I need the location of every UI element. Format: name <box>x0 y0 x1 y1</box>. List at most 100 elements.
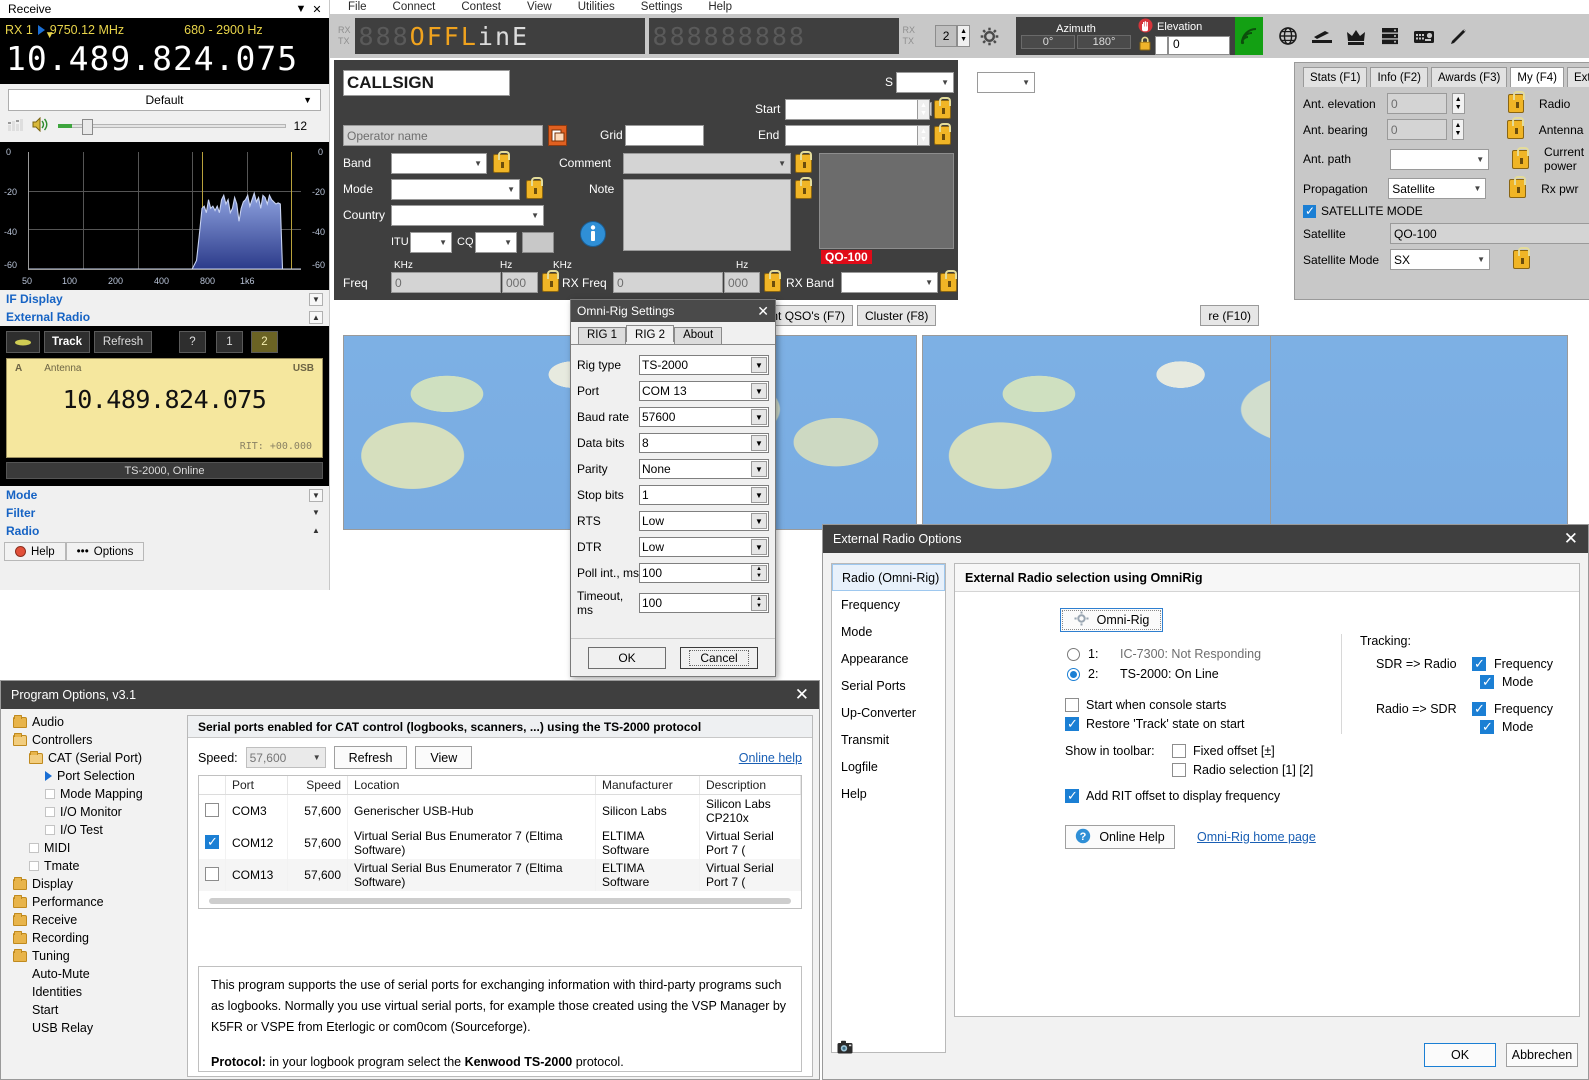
chevron-up-icon[interactable]: ▲ <box>309 525 323 538</box>
satellite-mode-select[interactable]: SX ▼ <box>1390 249 1490 270</box>
tab-info[interactable]: Info (F2) <box>1370 67 1428 87</box>
note-textarea[interactable] <box>623 179 791 251</box>
close-icon[interactable]: ✕ <box>309 3 325 16</box>
close-icon[interactable]: ✕ <box>795 685 809 705</box>
row-checkbox-cell[interactable] <box>199 859 226 891</box>
section-external-radio[interactable]: External Radio ▲ <box>0 308 329 326</box>
freq-hz-input[interactable]: 000 <box>502 272 538 293</box>
stop-bits-select[interactable]: 1 ▼ <box>639 485 769 505</box>
sdr-big-frequency[interactable]: 10.489.824.075 <box>0 42 329 84</box>
tab-rig1[interactable]: RIG 1 <box>578 327 627 344</box>
audio-spectrum-chart[interactable]: 0 -20 -40 -60 0 -20 -40 -60 50 100 200 4… <box>0 142 329 290</box>
tab-rig2[interactable]: RIG 2 <box>626 325 675 342</box>
menu-item-file[interactable]: File <box>348 1 367 13</box>
refresh-button[interactable]: Refresh <box>94 331 152 353</box>
tree-item-identities[interactable]: Identities <box>5 983 181 1001</box>
tab-my[interactable]: My (F4) <box>1510 67 1564 87</box>
info-icon[interactable] <box>579 220 607 251</box>
nav-item-mode[interactable]: Mode <box>832 618 945 645</box>
satellite-mode-lock-icon[interactable] <box>1513 247 1530 269</box>
tree-item-mode-mapping[interactable]: Mode Mapping <box>5 785 181 803</box>
country-select[interactable]: ▼ <box>391 205 544 226</box>
sdr-to-radio-mode-checkbox[interactable] <box>1480 674 1494 690</box>
port-enable-checkbox[interactable] <box>205 834 219 850</box>
omnirig-home-page-link[interactable]: Omni-Rig home page <box>1197 830 1316 844</box>
frequency-display-b[interactable]: 888888888 <box>648 18 899 54</box>
tree-item-display[interactable]: Display <box>5 875 181 893</box>
refresh-button[interactable]: Refresh <box>333 746 408 769</box>
data-bits-select[interactable]: 8 ▼ <box>639 433 769 453</box>
spinner-arrows-icon[interactable]: ▲ ▼ <box>957 25 971 47</box>
nav-item-radio-omnirig[interactable]: Radio (Omni-Rig) <box>832 564 945 591</box>
rig2-button[interactable]: 2 <box>251 331 278 353</box>
horizontal-scrollbar[interactable] <box>209 898 791 904</box>
azimuth-block[interactable]: Azimuth 0° 180° <box>1016 17 1137 55</box>
menu-item-view[interactable]: View <box>527 1 552 13</box>
start-spinner-icon[interactable]: ▲ ▼ <box>917 99 930 120</box>
spinner-arrows-icon[interactable]: ▲ ▼ <box>1451 93 1465 114</box>
chevron-down-icon[interactable]: ▼ <box>751 357 767 373</box>
freq-lock-icon[interactable] <box>542 270 559 292</box>
spinner-arrows-icon[interactable]: ▲ ▼ <box>751 595 767 611</box>
section-mode[interactable]: Mode ▼ <box>0 486 329 504</box>
chevron-down-icon[interactable]: ▼ <box>293 3 309 15</box>
port-enable-checkbox[interactable] <box>205 866 219 881</box>
chevron-down-icon[interactable]: ▼ <box>309 507 323 520</box>
satellite-mode-row[interactable]: SATELLITE MODE <box>1303 204 1589 218</box>
cq-select[interactable]: ▼ <box>475 232 517 253</box>
lock-icon[interactable] <box>1138 36 1152 54</box>
menu-item-connect[interactable]: Connect <box>393 1 436 13</box>
tree-item-controllers[interactable]: Controllers <box>5 731 181 749</box>
nav-item-up-converter[interactable]: Up-Converter <box>832 699 945 726</box>
tab-about[interactable]: About <box>674 327 723 344</box>
comment-lock-icon[interactable] <box>795 151 812 173</box>
online-help-link[interactable]: Online help <box>739 751 802 765</box>
band-select[interactable]: 13cm ▼ <box>391 153 487 174</box>
rts-select[interactable]: Low ▼ <box>639 511 769 531</box>
propagation-select[interactable]: Satellite ▼ <box>1388 178 1487 199</box>
volume-slider[interactable] <box>58 119 286 135</box>
chevron-up-icon[interactable]: ▲ <box>309 310 323 324</box>
restore-track-state-checkbox[interactable] <box>1065 716 1079 732</box>
radio-selection-checkbox[interactable] <box>1172 763 1186 777</box>
tree-item-tuning[interactable]: Tuning <box>5 947 181 965</box>
row-checkbox-cell[interactable] <box>199 827 226 859</box>
band-lock-icon[interactable] <box>493 151 510 173</box>
callsign-input[interactable]: CALLSIGN <box>343 70 510 96</box>
ant-elevation-lock-icon[interactable] <box>1507 91 1525 113</box>
slider-knob[interactable] <box>82 119 93 135</box>
baud-rate-select[interactable]: 57600 ▼ <box>639 407 769 427</box>
tree-item-audio[interactable]: Audio <box>5 713 181 731</box>
col-speed[interactable]: Speed <box>287 776 348 795</box>
table-row[interactable]: COM3 57,600 Generischer USB-Hub Silicon … <box>199 794 801 827</box>
tree-item-start[interactable]: Start <box>5 1001 181 1019</box>
chevron-down-icon[interactable]: ▼ <box>751 383 767 399</box>
add-rit-offset-row[interactable]: Add RIT offset to display frequency <box>955 777 1579 804</box>
col-location[interactable]: Location <box>347 776 596 795</box>
elevation-value[interactable]: 0 <box>1168 35 1231 55</box>
globe-icon[interactable] <box>1275 23 1301 49</box>
online-help-button[interactable]: ? Online Help <box>1065 825 1175 849</box>
fixed-offset-checkbox[interactable] <box>1172 744 1186 758</box>
help-button[interactable]: Help <box>4 542 66 561</box>
mode-lock-icon[interactable] <box>526 177 543 199</box>
hand-stop-icon[interactable] <box>1138 18 1153 36</box>
help-button[interactable]: ? <box>179 331 206 353</box>
tab-extended[interactable]: Extended (F5) <box>1566 67 1589 87</box>
menu-item-contest[interactable]: Contest <box>461 1 501 13</box>
timeout-input[interactable]: 100 ▲ ▼ <box>639 593 769 613</box>
add-rit-offset-checkbox[interactable] <box>1065 788 1079 804</box>
ptt-indicator-icon[interactable] <box>6 331 40 353</box>
rxfreq-lock-icon[interactable] <box>764 270 781 292</box>
section-if-display[interactable]: IF Display ▼ <box>0 290 329 308</box>
speed-select[interactable]: 57,600 ▼ <box>245 747 326 768</box>
chevron-down-icon[interactable]: ▼ <box>751 461 767 477</box>
table-row[interactable]: COM12 57,600 Virtual Serial Bus Enumerat… <box>199 827 801 859</box>
section-filter[interactable]: Filter ▼ <box>0 504 329 522</box>
rig-type-select[interactable]: TS-2000 ▼ <box>639 355 769 375</box>
chevron-down-icon[interactable]: ▼ <box>751 513 767 529</box>
start-lock-icon[interactable] <box>934 97 951 119</box>
rcvd-rst-select[interactable]: 59 ▼ <box>977 72 1035 93</box>
chevron-down-icon[interactable]: ▼ <box>751 409 767 425</box>
ant-path-select[interactable]: ▼ <box>1389 148 1490 170</box>
